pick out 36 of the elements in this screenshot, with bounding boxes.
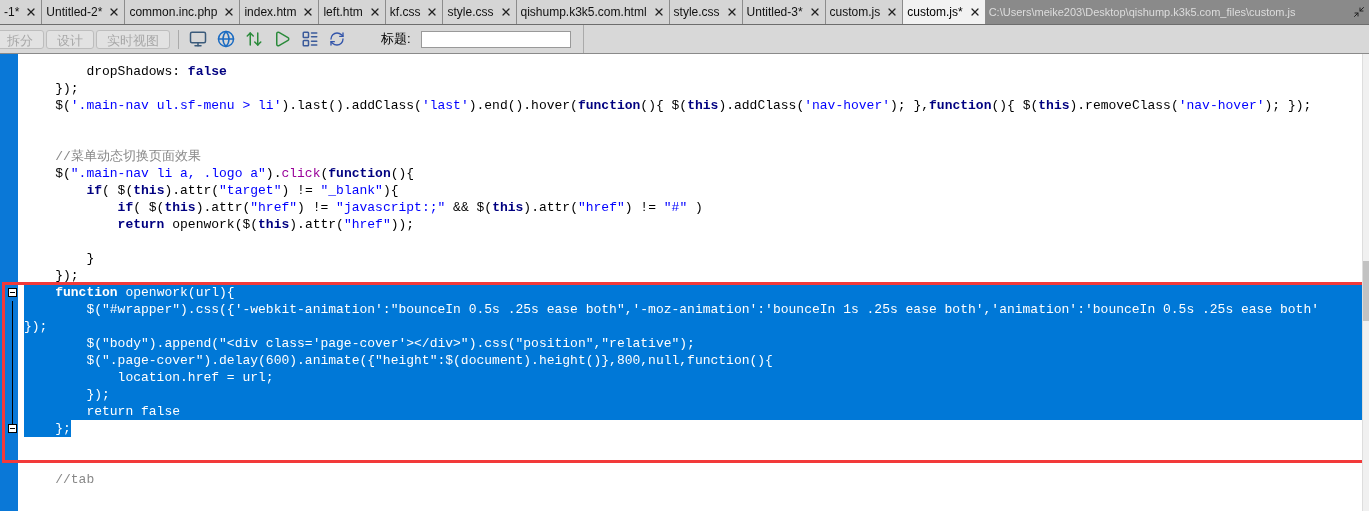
code-line: //tab — [54, 471, 95, 488]
monitor-icon[interactable] — [189, 30, 207, 48]
document-tab[interactable]: Untitled-2* — [42, 0, 126, 24]
document-tab[interactable]: left.htm — [319, 0, 386, 24]
code-line: if( $(this).attr("target") != "_blank"){ — [85, 182, 399, 199]
title-label: 标题: — [381, 30, 411, 49]
file-path: C:\Users\meike203\Desktop\qishump.k3k5.com_files\custom.js — [987, 4, 1297, 20]
document-tab[interactable]: qishump.k3k5.com.html — [516, 0, 670, 24]
document-tab[interactable]: custom.js — [825, 0, 904, 24]
globe-icon[interactable] — [217, 30, 235, 48]
code-line: //菜单动态切换页面效果 — [54, 148, 201, 165]
code-line: $(".main-nav li a, .logo a").click(function(){ — [54, 165, 415, 182]
refresh-icon[interactable] — [329, 31, 345, 47]
code-line: dropShadows: false — [85, 63, 227, 80]
title-field[interactable] — [420, 30, 571, 48]
document-tab[interactable]: style.css — [443, 0, 517, 24]
document-tab[interactable]: style.css — [669, 0, 743, 24]
document-tab[interactable]: index.htm — [240, 0, 320, 24]
code-line: }); — [54, 80, 79, 97]
document-tab[interactable]: -1* — [0, 0, 43, 24]
document-tab[interactable]: Untitled-3* — [742, 0, 826, 24]
restore-icon[interactable] — [1353, 6, 1365, 18]
fold-icon[interactable] — [8, 424, 17, 433]
transfer-icon[interactable] — [245, 30, 263, 48]
code-line: }); — [54, 267, 79, 284]
scrollbar[interactable] — [1362, 54, 1369, 511]
code-line: if( $(this).attr("href") != "javascript:;" && $(this).attr("href") != "#" ) — [116, 199, 703, 216]
code-line: $('.main-nav ul.sf-menu > li').last().addClass('last').end().hover(function(){ $(this).addClass('nav-hover'); },function(){ $(this).removeClass('nav-hover'); }); — [54, 97, 1312, 114]
code-line: } — [85, 250, 95, 267]
document-tab[interactable]: common.inc.php — [125, 0, 241, 24]
document-tab[interactable]: kf.css — [385, 0, 444, 24]
code-line: return openwork($(this).attr("href")); — [116, 216, 415, 233]
play-icon[interactable] — [273, 30, 291, 48]
fold-icon[interactable] — [8, 288, 17, 297]
checklist-icon[interactable] — [301, 30, 319, 48]
document-tab[interactable]: custom.js* — [903, 0, 986, 24]
